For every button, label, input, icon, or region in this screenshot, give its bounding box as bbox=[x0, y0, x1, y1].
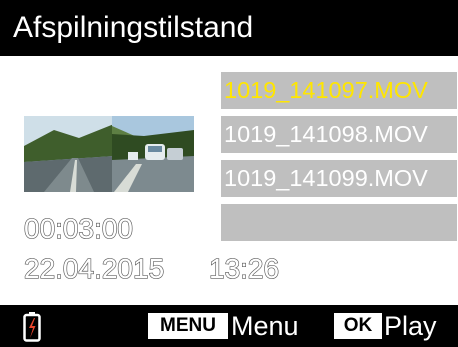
menu-key[interactable]: MENU bbox=[148, 313, 228, 339]
file-item[interactable]: 1019_141098.MOV bbox=[221, 116, 457, 153]
file-name: 1019_141097.MOV bbox=[224, 77, 428, 103]
battery-low-icon bbox=[23, 312, 41, 342]
duration: 00:03:00 bbox=[23, 212, 133, 244]
ok-key[interactable]: OK bbox=[334, 313, 382, 339]
file-list: 1019_141097.MOV 1019_141098.MOV 1019_141… bbox=[221, 72, 457, 248]
play-label: Play bbox=[384, 311, 437, 341]
file-item[interactable]: 1019_141097.MOV bbox=[221, 72, 457, 109]
file-item[interactable]: 1019_141099.MOV bbox=[221, 160, 457, 197]
playback-screen: Afspilningstilstand 1019_141097.MOV 1019… bbox=[0, 0, 458, 347]
footer-bar: MENU Menu OK Play bbox=[0, 305, 458, 347]
thumbnail-image bbox=[24, 116, 194, 192]
video-thumbnail bbox=[24, 116, 194, 192]
file-item-empty[interactable] bbox=[221, 204, 457, 241]
recording-date: 22.04.2015 bbox=[23, 252, 165, 284]
file-name: 1019_141098.MOV bbox=[224, 121, 428, 147]
page-title: Afspilningstilstand bbox=[0, 0, 458, 56]
recording-time: 13:26 bbox=[208, 252, 280, 284]
menu-label: Menu bbox=[231, 311, 299, 341]
file-name: 1019_141099.MOV bbox=[224, 165, 428, 191]
